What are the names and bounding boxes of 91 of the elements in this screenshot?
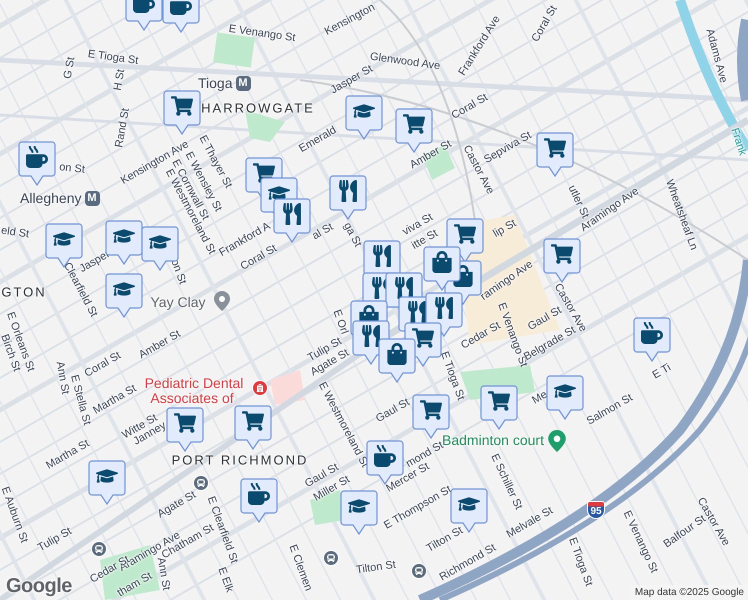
map-marker[interactable] <box>546 375 584 421</box>
map-marker[interactable] <box>329 175 367 221</box>
street-label: Rand St <box>114 107 132 149</box>
street-label: E Venango St <box>228 24 296 44</box>
fork-knife-icon <box>337 180 359 202</box>
street-label: Cedar St <box>459 320 503 352</box>
map-marker[interactable] <box>162 0 200 34</box>
metro-badge: M <box>84 190 100 206</box>
neighborhood-label: PORT RICHMOND <box>172 454 308 466</box>
street-label: Gaul St <box>374 397 412 425</box>
street-label: H St <box>112 68 128 92</box>
map-marker[interactable] <box>340 490 378 536</box>
map-pin-icon <box>214 291 230 311</box>
map-marker[interactable] <box>163 90 201 136</box>
street-label: Tilton St <box>424 525 466 555</box>
shopping-bag-icon <box>386 343 408 365</box>
fork-knife-icon <box>360 325 382 347</box>
street-label: E Tioga St <box>566 536 594 588</box>
map-marker[interactable] <box>543 238 581 284</box>
fork-knife-icon <box>433 297 455 319</box>
cart-icon <box>454 223 476 245</box>
place-label: Pediatric Dental <box>144 376 244 390</box>
cup-icon <box>26 146 48 168</box>
street-label: Ann St <box>54 360 70 396</box>
street-label: eld St <box>0 226 30 240</box>
map-marker[interactable] <box>18 141 56 187</box>
metro-badge: M <box>236 76 251 90</box>
bus-stop-icon <box>91 541 107 557</box>
street-label: Coral St <box>83 350 123 380</box>
bus-stop-icon <box>323 550 339 566</box>
street-label: al St <box>310 222 336 242</box>
map-marker[interactable] <box>480 385 518 431</box>
place-label: Associates of <box>150 391 234 405</box>
street-label: Adams Ave <box>704 28 728 84</box>
fork-knife-icon <box>393 277 415 299</box>
shopping-bag-icon <box>431 251 453 273</box>
river-label: Frank <box>728 126 748 158</box>
street-label: E Clemen <box>286 543 314 593</box>
street-label: Me <box>530 389 550 407</box>
map-marker[interactable] <box>536 132 574 178</box>
cart-icon <box>551 243 573 265</box>
fork-knife-icon <box>281 203 303 225</box>
fork-knife-icon <box>371 245 393 267</box>
street-label: Coral St <box>450 92 490 122</box>
neighborhood-label: HARROWGATE <box>201 102 315 114</box>
street-label: Tulip St <box>36 526 74 554</box>
cup-icon <box>248 483 270 505</box>
map-marker[interactable] <box>633 317 671 363</box>
cart-icon <box>544 137 566 159</box>
map-marker[interactable] <box>105 273 143 319</box>
map-marker[interactable] <box>378 338 416 384</box>
cart-icon <box>242 410 264 432</box>
map-marker[interactable] <box>345 95 383 141</box>
station-label: Allegheny <box>20 190 82 206</box>
street-label: E Orl <box>330 308 350 336</box>
cart-icon <box>412 327 434 349</box>
street-label: ga St <box>341 221 363 249</box>
cup-icon <box>641 322 663 344</box>
cup-icon <box>374 445 396 467</box>
street-label: E Auburn St <box>0 486 30 544</box>
neighborhood-label: GTON <box>1 286 47 298</box>
street-label: tham St <box>116 570 154 600</box>
google-logo: Google <box>6 575 72 598</box>
map-marker[interactable] <box>425 292 463 338</box>
cart-icon <box>403 113 425 135</box>
street-label: on St <box>58 162 86 176</box>
bus-stop-icon <box>193 475 209 491</box>
map-marker[interactable] <box>88 460 126 506</box>
street-label: Tilton St <box>355 560 397 576</box>
map-marker[interactable] <box>240 478 278 524</box>
station-label: Tioga <box>198 75 233 91</box>
cart-icon <box>171 95 193 117</box>
cart-icon <box>420 399 442 421</box>
map-marker[interactable] <box>166 407 204 453</box>
place-label: Badminton court <box>442 433 544 447</box>
map-marker[interactable] <box>273 198 311 244</box>
street-label: G St <box>62 56 78 80</box>
street-label: E Tioga St <box>438 350 466 402</box>
fork-knife-icon <box>406 301 428 323</box>
cart-icon <box>174 412 196 434</box>
cart-icon <box>488 390 510 412</box>
interstate-shield: 95 <box>587 501 605 519</box>
map-marker[interactable] <box>234 405 272 451</box>
street-label: lip St <box>492 218 518 240</box>
street-label: E Tioga St <box>87 49 139 67</box>
hospital-icon <box>252 380 268 396</box>
street-label: E Ti <box>651 362 673 382</box>
street-label: E Elk <box>215 566 235 594</box>
map-pin-icon <box>548 430 566 452</box>
bus-stop-icon <box>411 563 427 579</box>
place-label: Yay Clay <box>150 295 206 309</box>
